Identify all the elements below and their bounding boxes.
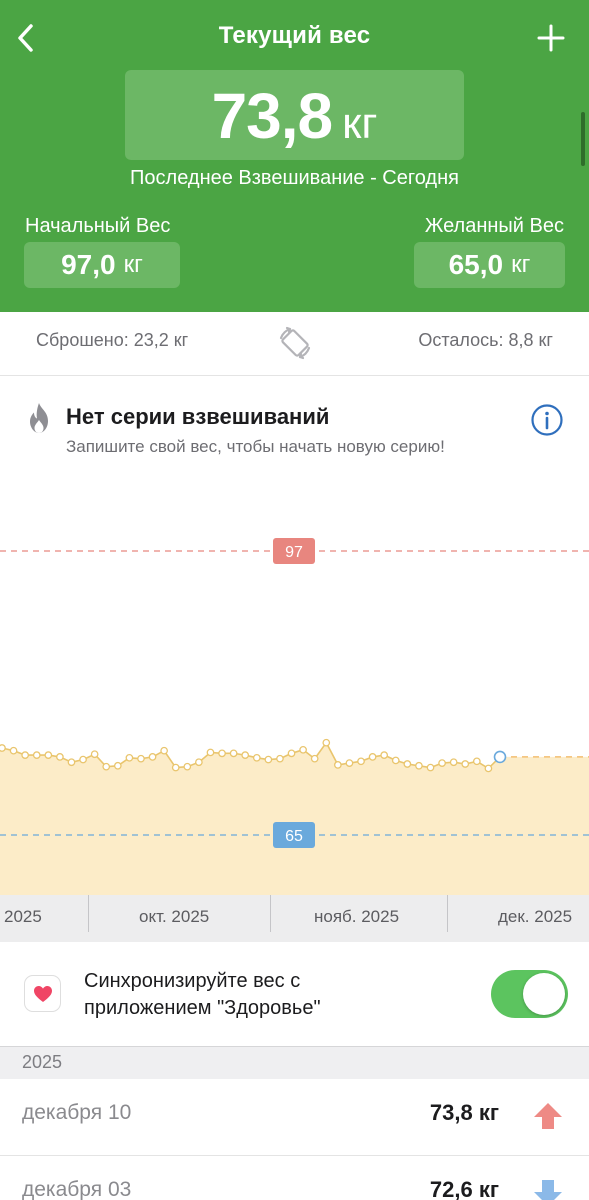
data-point <box>56 753 64 761</box>
arrow-up-icon <box>534 1103 562 1129</box>
health-sync-line1: Синхронизируйте вес с <box>84 970 301 992</box>
year-label: 2025 <box>22 1052 63 1072</box>
data-point <box>391 756 400 765</box>
data-point <box>229 749 238 758</box>
data-point <box>32 751 41 759</box>
x-tick-label: дек. 2025 <box>498 907 573 926</box>
streak-subtitle: Запишите свой вес, чтобы начать новую се… <box>66 437 445 456</box>
data-point <box>380 751 389 759</box>
data-point <box>241 751 250 759</box>
axis-divider <box>447 895 448 932</box>
axis-divider <box>88 895 89 932</box>
data-point <box>9 746 18 755</box>
health-sync-text: Синхронизируйте вес с приложением "Здоро… <box>84 968 321 1022</box>
page-title: Текущий вес <box>218 22 371 49</box>
data-point <box>44 751 53 759</box>
data-point <box>334 761 342 769</box>
scrollbar[interactable] <box>581 112 585 166</box>
data-point <box>449 758 458 767</box>
x-tick-label: 2025 <box>4 907 42 926</box>
data-point <box>472 757 481 766</box>
axis-divider <box>270 895 271 932</box>
lost-weight-text: Сброшено: 23,2 кг <box>36 330 189 350</box>
data-point <box>183 762 192 771</box>
header: Текущий вес 73,8 кг Последнее Взвешивани… <box>0 0 589 312</box>
data-point <box>102 762 111 771</box>
start-weight-label: Начальный Вес <box>25 215 171 237</box>
data-point <box>322 738 331 747</box>
data-point <box>160 746 168 755</box>
x-tick-label: окт. 2025 <box>139 907 210 926</box>
reference-label: 97 <box>285 544 303 561</box>
data-point <box>276 754 284 763</box>
reference-label: 65 <box>285 828 303 845</box>
data-point <box>195 758 203 767</box>
swap-rotate-icon[interactable] <box>276 324 314 362</box>
data-point <box>67 758 76 767</box>
heart-icon <box>33 985 52 1002</box>
entry-date: декабря 10 <box>22 1101 132 1124</box>
data-point <box>137 754 145 763</box>
entry-date: декабря 03 <box>22 1178 132 1200</box>
data-point <box>368 753 377 761</box>
data-point <box>415 761 423 770</box>
data-point <box>357 757 365 766</box>
data-point <box>426 763 435 772</box>
data-point <box>218 749 226 758</box>
start-weight-value: 97,0 <box>61 249 116 280</box>
data-point <box>403 760 412 768</box>
health-app-icon <box>24 975 61 1012</box>
data-point <box>125 753 134 762</box>
data-point <box>252 753 261 762</box>
entry-weight: 73,8 кг <box>429 1100 499 1125</box>
entry-weight: 72,6 кг <box>429 1177 499 1200</box>
start-weight-unit: кг <box>123 251 143 278</box>
current-weight-box: 73,8 кг <box>125 70 464 160</box>
flame-icon <box>30 403 48 433</box>
health-sync-toggle[interactable] <box>491 970 568 1018</box>
x-tick-label: нояб. 2025 <box>314 907 400 926</box>
weight-chart[interactable]: 97 65 <box>0 465 589 895</box>
add-weight-button[interactable] <box>531 18 571 58</box>
start-weight-box[interactable]: 97,0 кг <box>24 242 180 288</box>
arrow-down-icon <box>534 1180 562 1200</box>
year-section-header <box>0 1046 589 1079</box>
data-point <box>206 748 215 757</box>
area-fill <box>0 742 589 895</box>
data-point <box>90 750 99 759</box>
goal-weight-unit: кг <box>511 251 531 278</box>
data-point <box>0 744 6 752</box>
data-point <box>287 749 296 758</box>
health-sync-line2: приложением "Здоровье" <box>84 997 321 1019</box>
history-entry[interactable]: декабря 10 73,8 кг <box>0 1079 589 1156</box>
data-point <box>264 755 273 764</box>
data-point <box>438 759 446 767</box>
data-point <box>113 761 122 770</box>
data-point <box>148 753 157 761</box>
data-point <box>171 763 180 772</box>
goal-weight-label: Желанный Вес <box>424 215 564 237</box>
goal-weight-box[interactable]: 65,0 кг <box>414 242 565 288</box>
plus-icon <box>537 24 565 52</box>
data-point <box>21 751 30 759</box>
current-weight-value: 73,8 <box>211 80 334 152</box>
data-point <box>299 745 307 754</box>
data-point <box>345 759 354 767</box>
last-weighing-text: Последнее Взвешивание - Сегодня <box>130 167 459 189</box>
goal-weight-value: 65,0 <box>448 249 504 280</box>
data-point <box>79 755 87 764</box>
history-entry[interactable]: декабря 03 72,6 кг <box>0 1156 589 1200</box>
data-point <box>484 764 493 773</box>
data-point <box>310 754 319 763</box>
data-point <box>461 760 470 768</box>
remaining-weight-text: Осталось: 8,8 кг <box>418 330 553 350</box>
toggle-knob <box>523 973 565 1015</box>
streak-title: Нет серии взвешиваний <box>66 404 330 429</box>
info-icon[interactable] <box>530 403 564 437</box>
current-weight-unit: кг <box>342 99 378 148</box>
latest-point <box>493 750 507 764</box>
